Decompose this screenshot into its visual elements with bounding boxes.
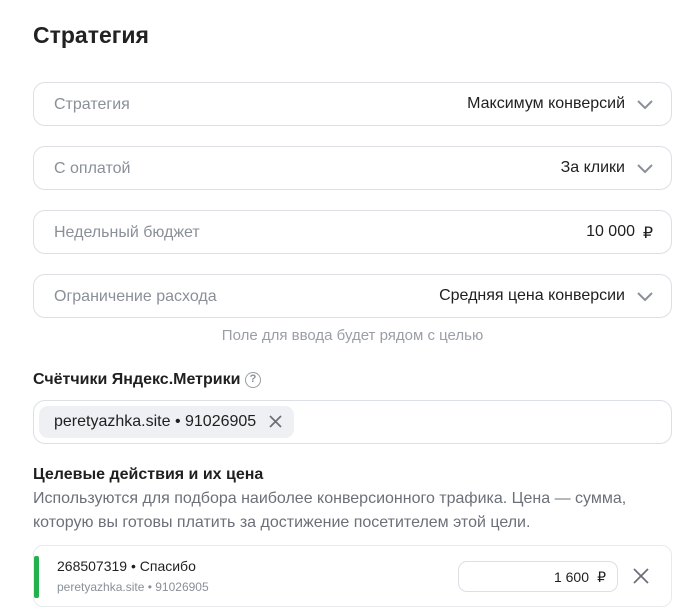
- weekly-budget-label: Недельный бюджет: [54, 224, 200, 241]
- goal-name: 268507319 • Спасибо: [57, 558, 196, 574]
- counters-title: Счётчики Яндекс.Метрики: [33, 371, 241, 388]
- spend-limit-select[interactable]: Ограничение расхода Средняя цена конверс…: [33, 274, 672, 318]
- payment-label: С оплатой: [54, 160, 131, 177]
- spend-limit-label: Ограничение расхода: [54, 288, 217, 305]
- goal-site: peretyazhka.site • 91026905: [57, 580, 209, 594]
- field-hint: Поле для ввода будет рядом с целью: [221, 327, 484, 344]
- goal-price-value: 1 600: [553, 569, 589, 585]
- goals-description: Используются для подбора наиболее конвер…: [33, 490, 627, 531]
- chevron-down-icon: [637, 100, 653, 110]
- strategy-label: Стратегия: [54, 96, 130, 113]
- counter-chip: peretyazhka.site • 91026905: [39, 406, 295, 438]
- chevron-down-icon: [637, 164, 653, 174]
- goal-status-bar: [34, 556, 39, 598]
- payment-select[interactable]: С оплатой За клики: [33, 146, 672, 190]
- goals-title: Целевые действия и их цена: [33, 466, 264, 483]
- currency-symbol: ₽: [642, 225, 653, 242]
- currency-symbol: ₽: [597, 569, 606, 585]
- weekly-budget-input[interactable]: Недельный бюджет 10 000 ₽: [33, 210, 672, 254]
- chevron-down-icon: [637, 292, 653, 302]
- close-icon[interactable]: [269, 415, 282, 428]
- page-title: Стратегия: [33, 22, 149, 48]
- counter-chip-label: peretyazhka.site • 91026905: [54, 413, 257, 430]
- strategy-select[interactable]: Стратегия Максимум конверсий: [33, 82, 672, 126]
- payment-value: За клики: [560, 159, 625, 176]
- close-icon[interactable]: [632, 567, 650, 585]
- counters-input[interactable]: peretyazhka.site • 91026905: [33, 400, 672, 444]
- spend-limit-value: Средняя цена конверсии: [439, 287, 625, 304]
- goal-row: 268507319 • Спасибо peretyazhka.site • 9…: [33, 545, 672, 607]
- weekly-budget-value: 10 000: [586, 223, 635, 240]
- strategy-value: Максимум конверсий: [467, 95, 625, 112]
- question-circle-icon[interactable]: ?: [245, 372, 261, 388]
- goal-price-input[interactable]: 1 600 ₽: [458, 561, 618, 592]
